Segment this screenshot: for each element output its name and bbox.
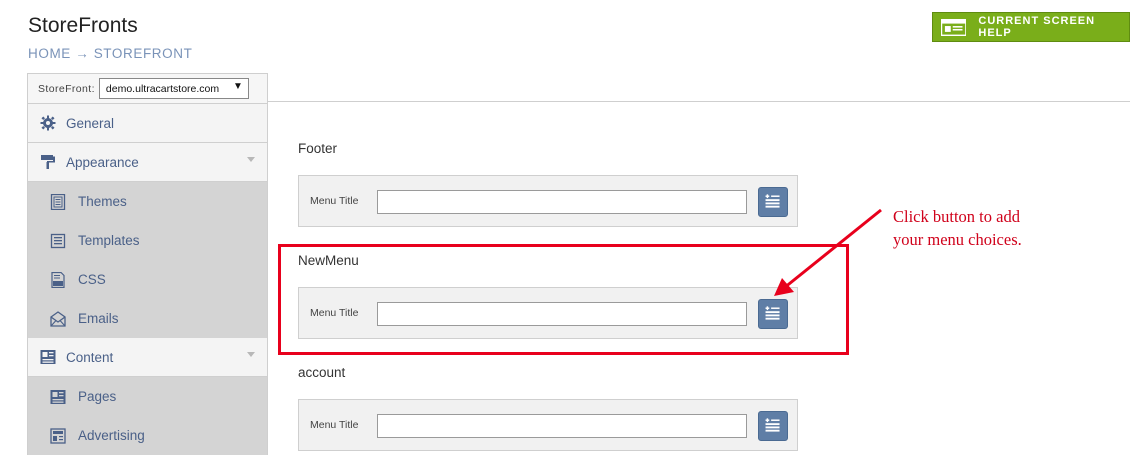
storefront-label: StoreFront: (38, 82, 95, 95)
page-title: StoreFronts (28, 14, 138, 37)
chevron-down-icon (247, 157, 255, 162)
sidebar-item-label: Emails (78, 311, 119, 326)
content-icon (40, 350, 56, 364)
storefront-select[interactable]: demo.ultracartstore.com ▼ (98, 78, 249, 99)
menu-title-label: Menu Title (310, 307, 359, 319)
gear-icon (40, 115, 56, 131)
sidebar-item-label: Appearance (66, 154, 139, 170)
menu-section-title: account (298, 365, 346, 380)
sidebar-item-label: CSS (78, 272, 106, 287)
templates-icon (50, 233, 66, 248)
sidebar-item-emails[interactable]: Emails (27, 299, 268, 338)
menu-section-title: Footer (298, 141, 338, 156)
help-screen-icon (941, 18, 967, 36)
sidebar-item-appearance[interactable]: Appearance (27, 143, 268, 182)
current-screen-help-button[interactable]: CURRENT SCREEN HELP (932, 12, 1130, 42)
paint-roller-icon (41, 155, 55, 169)
sidebar-item-pages[interactable]: Pages (27, 377, 268, 416)
storefront-selector-row: StoreFront: demo.ultracartstore.com ▼ (27, 73, 268, 104)
add-menu-items-button[interactable] (758, 411, 788, 441)
annotation-arrow (774, 208, 882, 296)
sidebar-item-label: Advertising (78, 428, 145, 443)
css-file-icon (51, 271, 65, 288)
email-icon (50, 310, 66, 327)
storefront-select-value: demo.ultracartstore.com (105, 82, 220, 95)
pages-icon (50, 389, 66, 404)
sidebar-item-label: Templates (78, 233, 140, 248)
annotation-line-1: Click button to add (893, 207, 1020, 226)
chevron-down-icon (247, 352, 255, 357)
menu-panel-newmenu: Menu Title (298, 287, 798, 339)
sidebar-item-css[interactable]: CSS (27, 260, 268, 299)
menu-title-label: Menu Title (310, 195, 359, 207)
menu-title-input[interactable] (377, 190, 747, 214)
annotation-line-2: your menu choices. (893, 230, 1022, 249)
menu-title-input[interactable] (377, 302, 747, 326)
sidebar-item-label: General (66, 115, 115, 131)
select-arrow-icon: ▼ (233, 81, 243, 92)
menu-title-label: Menu Title (310, 419, 359, 431)
sidebar-item-advertising[interactable]: Advertising (27, 416, 268, 455)
menu-title-input[interactable] (377, 414, 747, 438)
menu-panel-account: Menu Title (298, 399, 798, 451)
sidebar-item-themes[interactable]: Themes (27, 182, 268, 221)
breadcrumb[interactable]: HOME → STOREFRONT (28, 46, 192, 61)
sidebar-item-label: Pages (78, 389, 117, 404)
sidebar-item-general[interactable]: General (27, 104, 268, 143)
content-divider (268, 101, 1130, 102)
sidebar-item-content[interactable]: Content (27, 338, 268, 377)
sidebar: StoreFront: demo.ultracartstore.com ▼ Ge… (27, 73, 268, 455)
sidebar-item-label: Content (66, 349, 114, 365)
add-list-icon (765, 418, 780, 432)
sidebar-item-label: Themes (78, 194, 127, 209)
menu-panel-footer: Menu Title (298, 175, 798, 227)
annotation-text: Click button to add your menu choices. (893, 205, 1093, 251)
advertising-icon (50, 427, 66, 444)
menu-section-title: NewMenu (298, 253, 359, 268)
sidebar-item-templates[interactable]: Templates (27, 221, 268, 260)
themes-icon (50, 193, 66, 210)
help-button-label: CURRENT SCREEN HELP (978, 15, 1096, 39)
